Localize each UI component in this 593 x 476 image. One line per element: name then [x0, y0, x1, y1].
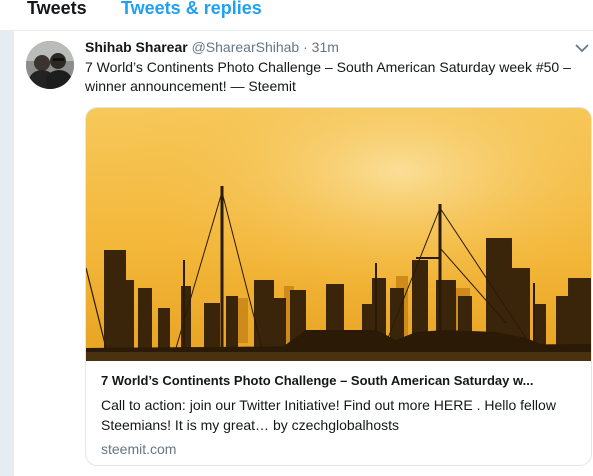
card-description: Call to action: join our Twitter Initiat…	[101, 397, 556, 433]
tweet-timestamp[interactable]: 31m	[312, 39, 339, 55]
tab-tweets-and-replies[interactable]: Tweets & replies	[121, 0, 262, 19]
chevron-down-icon[interactable]	[574, 42, 590, 54]
author-handle[interactable]: @SharearShihab	[192, 39, 300, 55]
tab-tweets[interactable]: Tweets	[27, 0, 87, 19]
card-body: 7 World’s Continents Photo Challenge – S…	[101, 372, 576, 457]
tweet[interactable]: Shihab Sharear @SharearShihab · 31m 7 Wo…	[13, 31, 593, 476]
avatar[interactable]	[26, 41, 74, 89]
tweet-header: Shihab Sharear @SharearShihab · 31m	[85, 39, 339, 55]
author-name[interactable]: Shihab Sharear	[85, 39, 188, 55]
separator-dot: ·	[303, 39, 308, 55]
avatar-photo	[26, 41, 74, 89]
card-image	[86, 108, 591, 361]
tweet-text: 7 World’s Continents Photo Challenge – S…	[85, 59, 571, 94]
profile-tabs: Tweets Tweets & replies	[0, 0, 593, 31]
link-card[interactable]: 7 World’s Continents Photo Challenge – S…	[85, 107, 592, 466]
card-title: 7 World’s Continents Photo Challenge – S…	[101, 373, 534, 388]
card-domain: steemit.com	[101, 441, 177, 457]
